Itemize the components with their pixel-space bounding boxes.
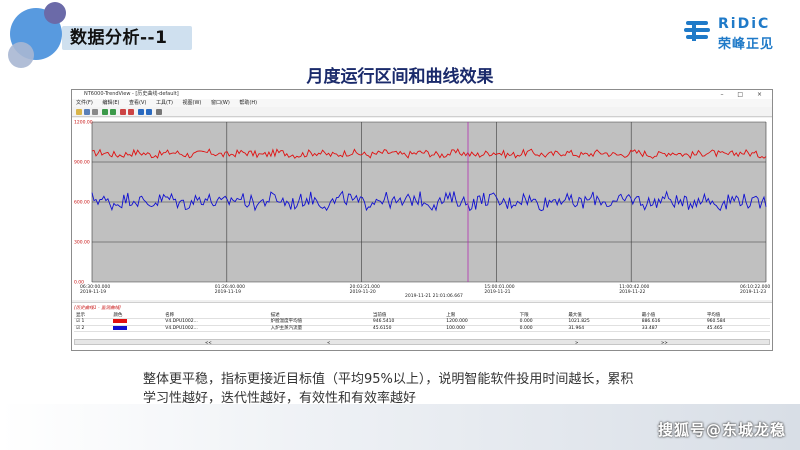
legend-current: 45.6150: [370, 325, 445, 332]
x-tick-label: 2019-11-20: [350, 289, 376, 295]
toolbar: [72, 107, 772, 117]
toolbar-forward-icon[interactable]: [128, 109, 134, 115]
x-tick-label: 2019-11-19: [80, 289, 106, 295]
legend-swatch: [113, 325, 128, 330]
menu-item[interactable]: 窗口(W): [211, 100, 230, 106]
trend-chart[interactable]: 1200.00 900.00 600.00 300.00 0.00 06:30:00.0…: [72, 118, 772, 300]
legend-lower: 0.000: [517, 325, 567, 332]
window-controls[interactable]: – □ ×: [720, 90, 768, 99]
logo-text-en: RiDiC: [718, 16, 771, 32]
menu-bar: 文件(F) 编辑(E) 查看(V) 工具(T) 视图(W) 窗口(W) 帮助(H…: [72, 99, 772, 107]
trendview-window: NT6000-TrendView - [历史曲线-default] – □ × …: [71, 89, 773, 351]
legend-panel: [历史曲线1 - 监测曲线] 显示 颜色 名称 描述 当前值 上限 下限 最大值…: [72, 302, 772, 350]
legend-row[interactable]: ☑ 2 V4.DPU1002... 入炉主蒸汽流量 45.6150 100.00…: [74, 325, 770, 332]
menu-item[interactable]: 视图(W): [183, 100, 202, 106]
section-title: 数据分析--1: [70, 28, 168, 48]
x-tick-label: 2019-11-21: [484, 289, 510, 295]
legend-min: 33.487: [639, 325, 705, 332]
y-tick-label: 300.00: [74, 240, 90, 246]
section-title-bar: 数据分析--1: [62, 26, 192, 50]
logo-text-cn: 荣峰正见: [718, 37, 775, 52]
toolbar-zoom-out-icon[interactable]: [110, 109, 116, 115]
y-tick-label: 1200.00: [74, 120, 93, 126]
x-tick-label: 2019-11-22: [619, 289, 645, 295]
toolbar-open-icon[interactable]: [76, 109, 82, 115]
legend-desc: 入炉主蒸汽流量: [268, 325, 371, 332]
legend-table: 显示 颜色 名称 描述 当前值 上限 下限 最大值 最小值 平均值 ☑ 1 V4…: [74, 313, 770, 332]
menu-item[interactable]: 工具(T): [156, 100, 173, 106]
menu-item[interactable]: 文件(F): [76, 100, 93, 106]
toolbar-save-icon[interactable]: [84, 109, 90, 115]
trend-chart-svg: 1200.00900.00600.00300.000.00 06:30:00.0…: [74, 120, 770, 300]
legend-title: [历史曲线1 - 监测曲线]: [74, 306, 121, 311]
menu-item[interactable]: 查看(V): [129, 100, 146, 106]
legend-scrollbar[interactable]: << < > >>: [74, 339, 770, 345]
company-logo: RiDiC 荣峰正见: [684, 16, 789, 52]
window-titlebar: NT6000-TrendView - [历史曲线-default] – □ ×: [72, 90, 772, 99]
legend-max: 31.964: [566, 325, 640, 332]
y-tick-label: 900.00: [74, 160, 90, 166]
window-title: NT6000-TrendView - [历史曲线-default]: [84, 91, 179, 97]
scroll-prev-button[interactable]: <: [327, 340, 330, 345]
toolbar-pause-icon[interactable]: [146, 109, 152, 115]
legend-name: V4.DPU1002...: [163, 325, 269, 332]
toolbar-print-icon[interactable]: [92, 109, 98, 115]
scroll-next-button[interactable]: >: [575, 340, 578, 345]
menu-item[interactable]: 帮助(H): [239, 100, 257, 106]
slide-caption: 整体更平稳，指标更接近目标值（平均95%以上），说明智能软件投用时间越长，累积 …: [143, 370, 763, 408]
toolbar-play-icon[interactable]: [138, 109, 144, 115]
watermark: 搜狐号@东城龙稳: [657, 421, 786, 439]
menu-item[interactable]: 编辑(E): [102, 100, 119, 106]
scroll-first-button[interactable]: <<: [205, 340, 212, 345]
x-tick-label: 2019-11-19: [215, 289, 241, 295]
toolbar-settings-icon[interactable]: [156, 109, 162, 115]
legend-swatch: [113, 319, 128, 323]
x-tick-label: 2019-11-23: [740, 289, 766, 295]
logo-mark-icon: [684, 21, 710, 41]
cursor-label: 2019-11-21 21:01:06.667: [405, 293, 463, 299]
toolbar-zoom-in-icon[interactable]: [102, 109, 108, 115]
legend-checkbox[interactable]: ☑ 2: [74, 325, 112, 332]
decor-circle-purple: [44, 2, 66, 24]
toolbar-back-icon[interactable]: [120, 109, 126, 115]
y-tick-label: 600.00: [74, 200, 90, 206]
caption-line-1: 整体更平稳，指标更接近目标值（平均95%以上），说明智能软件投用时间越长，累积: [143, 372, 634, 387]
slide-title: 月度运行区间和曲线效果: [306, 67, 494, 87]
scroll-last-button[interactable]: >>: [661, 340, 668, 345]
legend-upper: 100.000: [444, 325, 518, 332]
legend-avg: 45.465: [704, 325, 770, 332]
